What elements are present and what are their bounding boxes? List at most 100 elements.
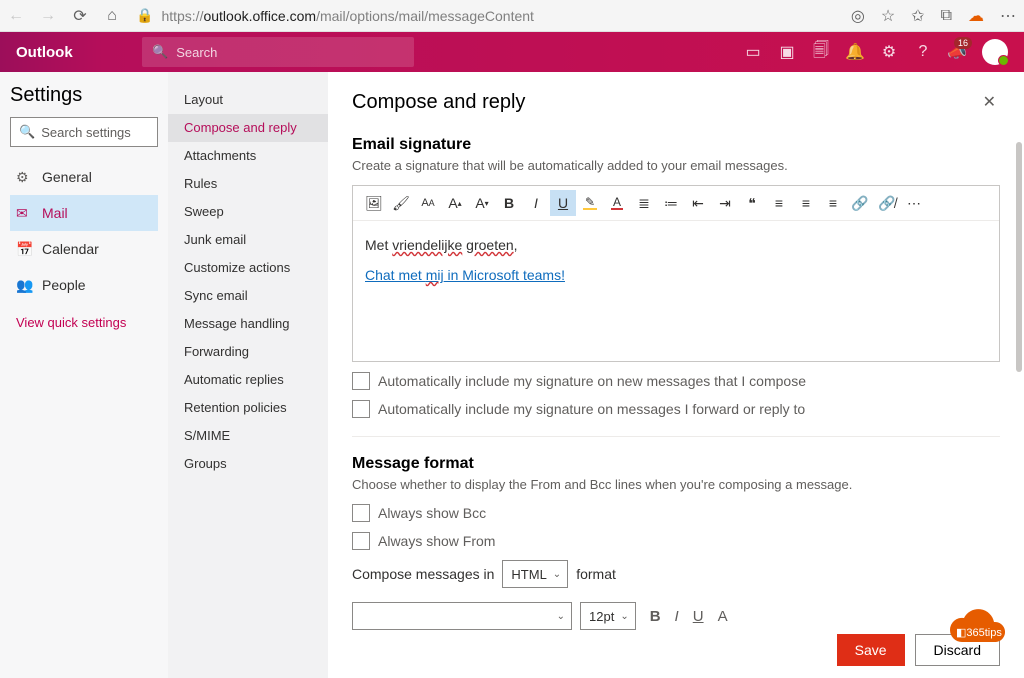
show-bcc-checkbox[interactable]: Always show Bcc: [352, 504, 1000, 522]
numbering-icon[interactable]: ≔: [658, 190, 684, 216]
subnav-smime[interactable]: S/MIME: [168, 422, 328, 450]
sig-text: ,: [514, 237, 518, 253]
nav-label: General: [42, 169, 92, 185]
favorites-list-icon[interactable]: ✩: [911, 6, 924, 26]
scrollbar[interactable]: [1016, 142, 1022, 372]
subnav-groups[interactable]: Groups: [168, 450, 328, 478]
nav-mail[interactable]: ✉Mail: [10, 195, 158, 231]
link-icon[interactable]: 🔗: [847, 190, 873, 216]
home-icon[interactable]: ⌂: [104, 8, 120, 24]
font-color-icon[interactable]: A: [604, 190, 630, 216]
insert-image-icon[interactable]: 🖼: [361, 190, 387, 216]
subnav-compose-reply[interactable]: Compose and reply: [168, 114, 328, 142]
compose-format-select[interactable]: HTML⌄: [502, 560, 568, 588]
signature-link[interactable]: Chat met mij in Microsoft teams!: [365, 267, 565, 283]
subnav-customize[interactable]: Customize actions: [168, 254, 328, 282]
account-avatar[interactable]: [982, 39, 1008, 65]
announce-icon[interactable]: 📣16: [948, 43, 966, 61]
subnav-list: Layout Compose and reply Attachments Rul…: [168, 86, 328, 478]
badge-count: 16: [954, 37, 972, 49]
global-search[interactable]: 🔍 Search: [142, 37, 414, 67]
nav-label: Mail: [42, 205, 68, 221]
include-sig-new-checkbox[interactable]: Automatically include my signature on ne…: [352, 372, 1000, 390]
close-button[interactable]: ✕: [979, 88, 1000, 116]
bullets-icon[interactable]: ≣: [631, 190, 657, 216]
font-color-icon[interactable]: A: [718, 608, 728, 625]
nav-label: Calendar: [42, 241, 99, 257]
align-right-icon[interactable]: ≡: [820, 190, 846, 216]
checkbox-box: [352, 504, 370, 522]
subnav-handling[interactable]: Message handling: [168, 310, 328, 338]
align-center-icon[interactable]: ≡: [793, 190, 819, 216]
underline-icon[interactable]: U: [550, 190, 576, 216]
save-button[interactable]: Save: [837, 634, 905, 666]
nav-general[interactable]: ⚙ General: [10, 159, 158, 195]
message-format-heading: Message format: [352, 455, 1000, 473]
mail-subnav: Layout Compose and reply Attachments Rul…: [168, 72, 328, 678]
chevron-down-icon: ⌄: [620, 611, 628, 622]
subnav-junk[interactable]: Junk email: [168, 226, 328, 254]
font-icon[interactable]: AA: [415, 190, 441, 216]
bold-icon[interactable]: B: [496, 190, 522, 216]
highlight-icon[interactable]: 🖌: [388, 190, 414, 216]
subnav-sweep[interactable]: Sweep: [168, 198, 328, 226]
search-placeholder: Search: [176, 45, 217, 60]
help-icon[interactable]: ?: [914, 43, 932, 61]
show-from-checkbox[interactable]: Always show From: [352, 532, 1000, 550]
subnav-sync[interactable]: Sync email: [168, 282, 328, 310]
subnav-retention[interactable]: Retention policies: [168, 394, 328, 422]
nav-label: People: [42, 277, 86, 293]
refresh-icon[interactable]: ⟳: [72, 8, 88, 24]
checkbox-box: [352, 400, 370, 418]
unlink-icon[interactable]: 🔗̸: [874, 190, 900, 216]
font-size-select[interactable]: 12pt⌄: [580, 602, 636, 630]
font-size-up-icon[interactable]: A▴: [442, 190, 468, 216]
bold-icon[interactable]: B: [650, 608, 661, 625]
settings-sidebar: Settings 🔍 Search settings ⚙General ✉Mai…: [0, 72, 168, 678]
teams-icon[interactable]: ▭: [744, 43, 762, 61]
notes-icon[interactable]: 🗐: [812, 43, 830, 61]
view-quick-settings-link[interactable]: View quick settings: [10, 315, 158, 330]
signature-textarea[interactable]: Met vriendelijke groeten, Chat met mij i…: [353, 221, 999, 361]
bell-icon[interactable]: 🔔: [846, 43, 864, 61]
subnav-rules[interactable]: Rules: [168, 170, 328, 198]
back-icon[interactable]: ←: [8, 8, 24, 24]
sig-text: vriendelijke: [392, 237, 462, 253]
include-sig-reply-checkbox[interactable]: Automatically include my signature on me…: [352, 400, 1000, 418]
target-icon[interactable]: ◎: [851, 6, 865, 26]
subnav-attachments[interactable]: Attachments: [168, 142, 328, 170]
settings-content: Compose and reply ✕ Email signature Crea…: [328, 72, 1024, 678]
sig-text: Met: [365, 237, 392, 253]
more-formatting-icon[interactable]: ⋯: [901, 190, 927, 216]
address-bar[interactable]: 🔒 https://outlook.office.com/mail/option…: [136, 7, 835, 24]
onedrive-icon[interactable]: ☁: [968, 6, 984, 26]
underline-icon[interactable]: U: [693, 608, 704, 625]
font-size-down-icon[interactable]: A▾: [469, 190, 495, 216]
collections-icon[interactable]: ⧉: [941, 7, 952, 25]
signature-editor: 🖼 🖌 AA A▴ A▾ B I U ✎ A ≣ ≔ ⇤ ⇥ ❝ ≡ ≡: [352, 185, 1000, 362]
message-format-desc: Choose whether to display the From and B…: [352, 477, 1000, 492]
text-highlight-icon[interactable]: ✎: [577, 190, 603, 216]
subnav-forwarding[interactable]: Forwarding: [168, 338, 328, 366]
sig-text: groeten: [466, 237, 513, 253]
nav-people[interactable]: 👥People: [10, 267, 158, 303]
italic-icon[interactable]: I: [675, 608, 679, 625]
chevron-down-icon: ⌄: [557, 611, 565, 622]
align-left-icon[interactable]: ≡: [766, 190, 792, 216]
outdent-icon[interactable]: ⇤: [685, 190, 711, 216]
gear-icon: ⚙: [16, 169, 32, 186]
quote-icon[interactable]: ❝: [739, 190, 765, 216]
nav-calendar[interactable]: 📅Calendar: [10, 231, 158, 267]
browser-toolbar: ← → ⟳ ⌂ 🔒 https://outlook.office.com/mai…: [0, 0, 1024, 32]
indent-icon[interactable]: ⇥: [712, 190, 738, 216]
meet-icon[interactable]: ▣: [778, 43, 796, 61]
settings-icon[interactable]: ⚙: [880, 43, 898, 61]
logo-text: ◧365tips: [956, 627, 1002, 639]
favorite-icon[interactable]: ☆: [881, 6, 895, 26]
italic-icon[interactable]: I: [523, 190, 549, 216]
more-icon[interactable]: ⋯: [1000, 6, 1016, 26]
settings-search[interactable]: 🔍 Search settings: [10, 117, 158, 147]
subnav-layout[interactable]: Layout: [168, 86, 328, 114]
font-family-select[interactable]: ⌄: [352, 602, 572, 630]
subnav-autoreply[interactable]: Automatic replies: [168, 366, 328, 394]
